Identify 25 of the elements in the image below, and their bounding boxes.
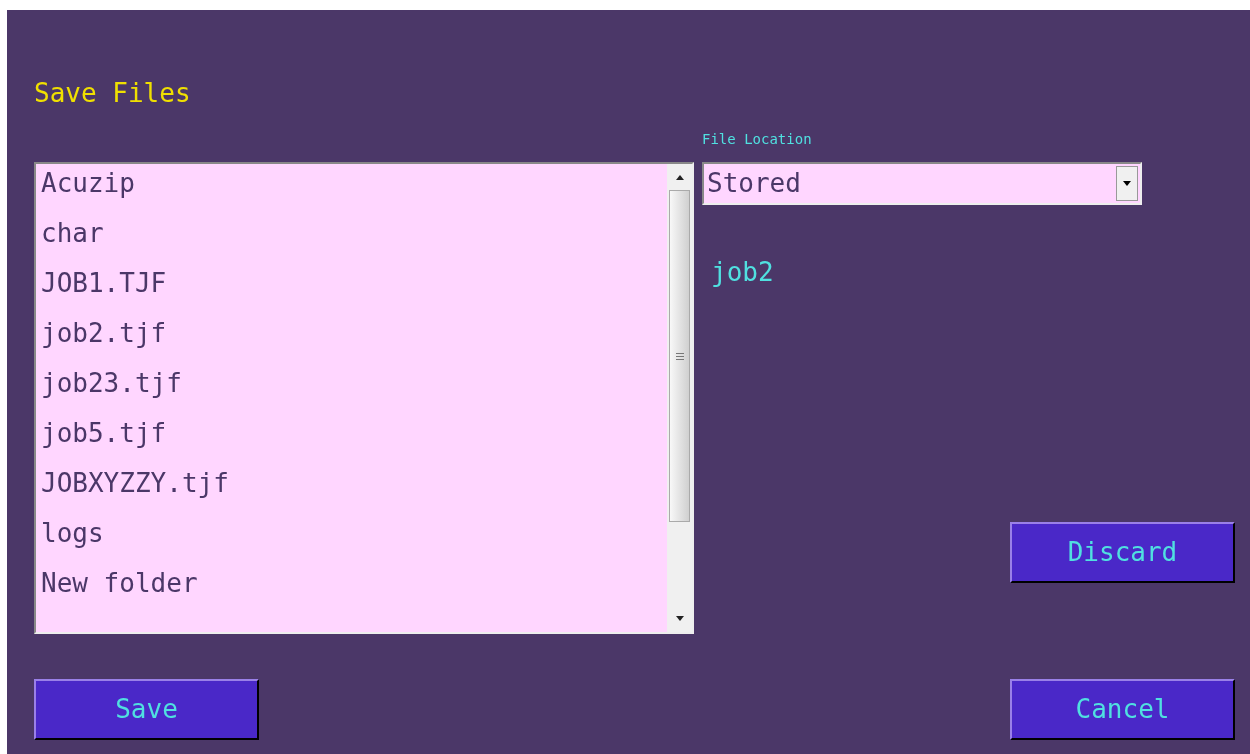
dropdown-button[interactable] (1116, 166, 1138, 201)
file-list-item[interactable]: job5.tjf (41, 408, 167, 458)
file-list-item[interactable]: logs (41, 508, 104, 558)
caret-icon (1123, 181, 1131, 186)
file-list[interactable]: Acuzip char JOB1.TJF job2.tjf job23.tjf job5.tjf JOBXYZZY.tjf logs New folder (34, 162, 694, 634)
scrollbar-thumb[interactable] (669, 190, 690, 522)
scroll-down-icon[interactable] (674, 616, 685, 622)
discard-button[interactable]: Discard (1010, 522, 1235, 583)
file-name: job2 (711, 257, 774, 287)
dialog-title: Save Files (34, 78, 191, 108)
field-label: File Location (702, 130, 812, 148)
file-list-item[interactable]: Acuzip (41, 164, 135, 208)
scroll-up-icon[interactable] (674, 174, 685, 180)
location-dropdown[interactable]: Stored (702, 162, 1142, 205)
file-list-item[interactable]: JOB1.TJF (41, 258, 167, 308)
file-list-item[interactable]: job2.tjf (41, 308, 167, 358)
file-list-item[interactable]: New folder (41, 558, 198, 608)
grip-icon (675, 352, 684, 360)
cancel-button[interactable]: Cancel (1010, 679, 1235, 740)
file-list-item[interactable]: job23.tjf (41, 358, 182, 408)
save-button[interactable]: Save (34, 679, 259, 740)
scrollbar[interactable] (667, 164, 692, 632)
file-list-item[interactable]: char (41, 208, 104, 258)
file-list-item[interactable]: JOBXYZZY.tjf (41, 458, 229, 508)
dropdown-value: Stored (706, 167, 802, 200)
